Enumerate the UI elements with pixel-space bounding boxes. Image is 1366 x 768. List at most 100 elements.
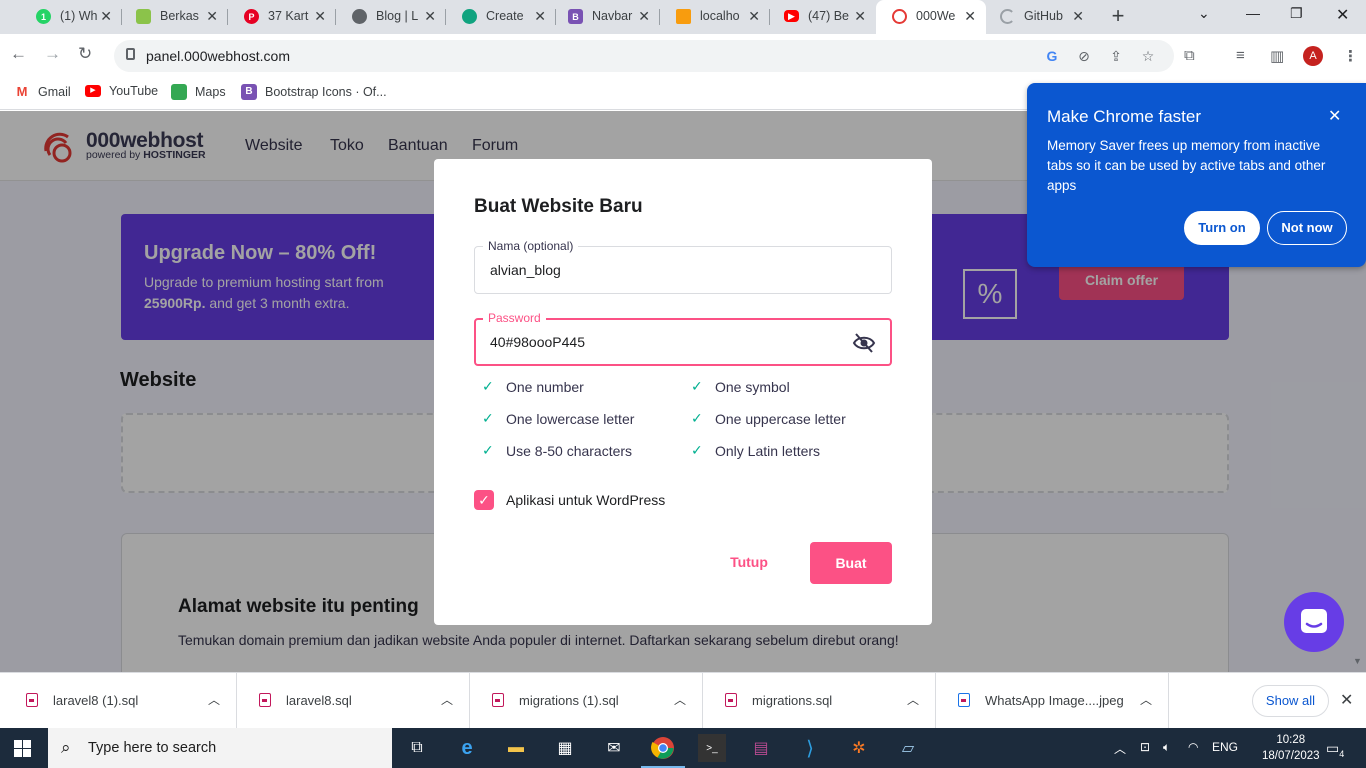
- close-tab-icon[interactable]: ✕: [534, 8, 546, 25]
- download-item[interactable]: WhatsApp Image....jpeg ︿: [936, 673, 1169, 729]
- windows-taskbar: ⌕ Type here to search ⧉ e ▬ ▦ ✉ >_ ▤ ⟩ ✲…: [0, 728, 1366, 768]
- mail-icon[interactable]: ✉: [600, 734, 628, 762]
- taskbar-search[interactable]: ⌕ Type here to search: [48, 728, 392, 768]
- close-download-shelf-icon[interactable]: ✕: [1340, 690, 1353, 710]
- close-tab-icon[interactable]: ✕: [854, 8, 866, 25]
- media-controls-icon[interactable]: ≡: [1236, 47, 1245, 64]
- tab-create[interactable]: Create ✕: [446, 0, 556, 34]
- phpmyadmin-icon: [676, 9, 691, 24]
- tab-blog[interactable]: Blog | L ✕: [336, 0, 446, 34]
- wifi-icon[interactable]: ◠: [1188, 740, 1198, 754]
- create-button[interactable]: Buat: [810, 542, 892, 584]
- notepad-icon[interactable]: ▱: [894, 734, 922, 762]
- show-all-button[interactable]: Show all: [1252, 685, 1329, 717]
- tab-000webhost[interactable]: 000We ✕: [876, 0, 986, 34]
- turn-on-button[interactable]: Turn on: [1184, 211, 1260, 245]
- chevron-up-icon[interactable]: ︿: [1140, 691, 1152, 708]
- close-tab-icon[interactable]: ✕: [206, 8, 218, 25]
- chrome-icon[interactable]: [641, 734, 685, 768]
- tab-title: Blog | L: [376, 9, 418, 23]
- clock[interactable]: 10:28 18/07/2023: [1262, 732, 1320, 764]
- new-tab-icon[interactable]: +: [1106, 5, 1130, 29]
- tab-pinterest[interactable]: P 37 Kart ✕: [228, 0, 336, 34]
- bookmark-star-icon[interactable]: ☆: [1140, 48, 1156, 64]
- vscode-icon[interactable]: ⟩: [796, 734, 824, 762]
- name-input[interactable]: [490, 262, 830, 278]
- side-panel-icon[interactable]: ▥: [1270, 47, 1284, 65]
- password-input[interactable]: [490, 334, 830, 350]
- scroll-down-icon[interactable]: ▼: [1353, 656, 1362, 666]
- download-filename: laravel8 (1).sql: [53, 693, 139, 708]
- show-hidden-icons-icon[interactable]: ︿: [1114, 740, 1126, 757]
- close-tab-icon[interactable]: ✕: [1072, 8, 1084, 25]
- google-lens-icon[interactable]: G: [1044, 48, 1060, 64]
- back-icon[interactable]: ←: [10, 44, 27, 64]
- tab-berkas[interactable]: Berkas ✕: [122, 0, 228, 34]
- close-tab-icon[interactable]: ✕: [964, 8, 976, 25]
- chat-launcher-button[interactable]: [1284, 592, 1344, 652]
- tab-search-icon[interactable]: ⌄: [1198, 5, 1210, 22]
- tab-navbar[interactable]: B Navbar ✕: [556, 0, 660, 34]
- close-tab-icon[interactable]: ✕: [748, 8, 760, 25]
- extensions-icon[interactable]: ⧉: [1184, 47, 1195, 64]
- lock-icon[interactable]: [126, 48, 135, 60]
- bookmark-gmail[interactable]: M Gmail: [14, 84, 71, 100]
- menu-icon[interactable]: ⋮: [1343, 47, 1358, 65]
- edge-icon[interactable]: e: [453, 734, 481, 762]
- tab-github[interactable]: GitHub ✕: [986, 0, 1094, 34]
- network-icon[interactable]: ⊡: [1140, 740, 1150, 754]
- close-tab-icon[interactable]: ✕: [424, 8, 436, 25]
- hide-password-icon[interactable]: [852, 332, 876, 354]
- bookmark-label: Bootstrap Icons · Of...: [265, 85, 387, 99]
- address-bar[interactable]: panel.000webhost.com G ⊘ ⇪ ☆: [114, 40, 1174, 72]
- close-tab-icon[interactable]: ✕: [100, 8, 112, 25]
- bookmark-youtube[interactable]: ▶ YouTube: [85, 84, 158, 98]
- task-view-icon[interactable]: ⧉: [403, 734, 431, 762]
- store-icon[interactable]: ▦: [551, 734, 579, 762]
- winrar-icon[interactable]: ▤: [747, 734, 775, 762]
- tab-whatsapp[interactable]: 1 (1) Wh ✕: [8, 0, 122, 34]
- close-icon[interactable]: ✕: [1328, 106, 1341, 126]
- close-button[interactable]: Tutup: [712, 554, 786, 574]
- share-icon[interactable]: ⇪: [1108, 48, 1124, 64]
- tab-youtube[interactable]: ▶ (47) Be ✕: [770, 0, 876, 34]
- download-item[interactable]: migrations.sql ︿: [703, 673, 936, 729]
- profile-avatar[interactable]: A: [1303, 46, 1323, 66]
- bookmark-maps[interactable]: Maps: [171, 84, 226, 100]
- gmail-icon: M: [14, 84, 30, 100]
- language-indicator[interactable]: ENG: [1212, 740, 1238, 754]
- chevron-up-icon[interactable]: ︿: [208, 691, 220, 708]
- sql-file-icon: [492, 693, 504, 707]
- close-tab-icon[interactable]: ✕: [638, 8, 650, 25]
- download-item[interactable]: laravel8 (1).sql ︿: [4, 673, 237, 729]
- notification-center-icon[interactable]: ▭4: [1326, 740, 1344, 759]
- tab-title: localho: [700, 9, 740, 23]
- chevron-up-icon[interactable]: ︿: [674, 691, 686, 708]
- forward-icon[interactable]: →: [44, 44, 61, 64]
- terminal-icon[interactable]: >_: [698, 734, 726, 762]
- bookmark-bootstrap-icons[interactable]: B Bootstrap Icons · Of...: [241, 84, 387, 100]
- password-field[interactable]: Password: [474, 311, 892, 366]
- requirement-label: One lowercase letter: [506, 410, 635, 427]
- minimize-icon[interactable]: —: [1246, 5, 1260, 21]
- eye-off-icon[interactable]: ⊘: [1076, 48, 1092, 64]
- url-text[interactable]: panel.000webhost.com: [146, 48, 290, 64]
- reload-icon[interactable]: ↻: [78, 44, 92, 64]
- close-tab-icon[interactable]: ✕: [314, 8, 326, 25]
- wordpress-checkbox[interactable]: ✓: [474, 490, 494, 510]
- not-now-button[interactable]: Not now: [1267, 211, 1347, 245]
- download-item[interactable]: migrations (1).sql ︿: [470, 673, 703, 729]
- close-window-icon[interactable]: ✕: [1336, 5, 1349, 25]
- xampp-icon[interactable]: ✲: [845, 734, 873, 762]
- volume-icon[interactable]: 🔈︎: [1163, 740, 1170, 755]
- chevron-up-icon[interactable]: ︿: [441, 691, 453, 708]
- chevron-up-icon[interactable]: ︿: [907, 691, 919, 708]
- download-item[interactable]: laravel8.sql ︿: [237, 673, 470, 729]
- windows-start-icon[interactable]: [14, 740, 32, 758]
- file-explorer-icon[interactable]: ▬: [502, 734, 530, 762]
- wordpress-checkbox-label[interactable]: Aplikasi untuk WordPress: [506, 492, 665, 508]
- name-field[interactable]: Nama (optional): [474, 239, 892, 294]
- check-icon: ✓: [482, 442, 494, 458]
- restore-icon[interactable]: ❐: [1290, 5, 1303, 22]
- tab-localhost[interactable]: localho ✕: [660, 0, 770, 34]
